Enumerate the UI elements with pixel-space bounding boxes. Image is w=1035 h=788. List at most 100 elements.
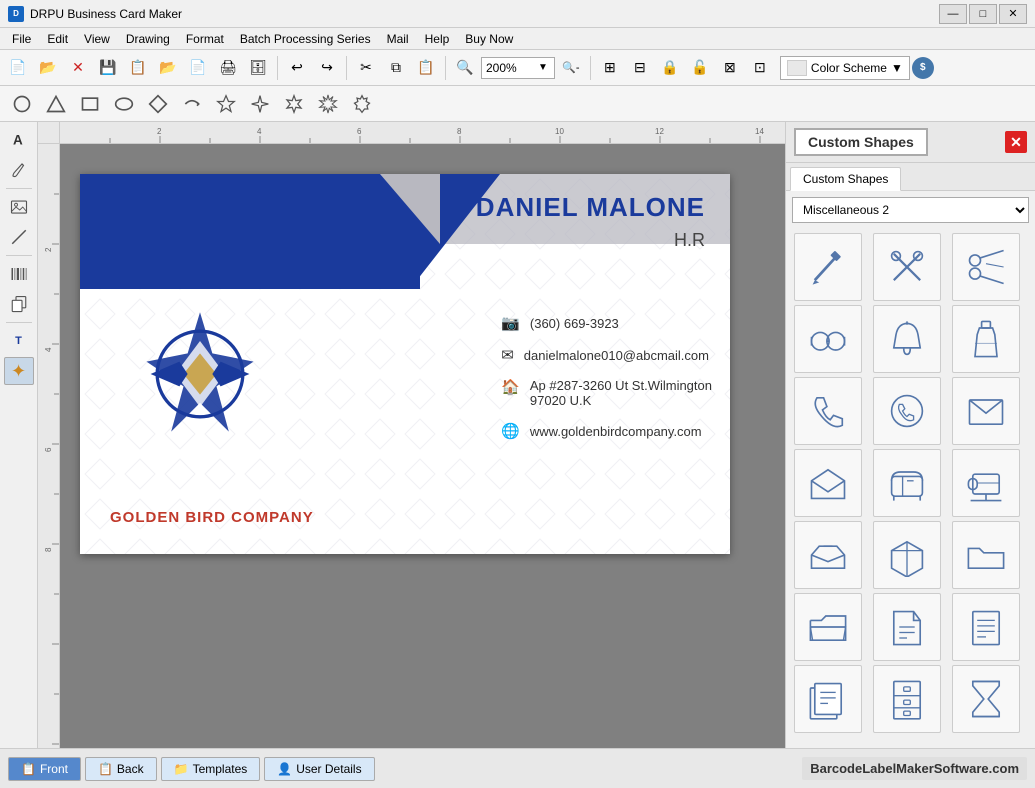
shape-document1[interactable] bbox=[873, 593, 941, 661]
zoom-in-button[interactable]: 🔍 bbox=[451, 55, 479, 81]
image-tool-button[interactable] bbox=[4, 193, 34, 221]
canvas-area[interactable]: 2 4 6 8 10 12 14 bbox=[38, 122, 785, 748]
shape-star5[interactable] bbox=[212, 90, 240, 118]
menu-buynow[interactable]: Buy Now bbox=[457, 30, 521, 48]
menu-file[interactable]: File bbox=[4, 30, 39, 48]
shape-arc[interactable] bbox=[178, 90, 206, 118]
copy-tool-button[interactable] bbox=[4, 290, 34, 318]
tab-user-details[interactable]: 👤 User Details bbox=[264, 757, 374, 781]
save-button[interactable]: 💾 bbox=[94, 55, 122, 81]
tb-btn2[interactable]: ⊟ bbox=[626, 55, 654, 81]
shape-package[interactable] bbox=[873, 521, 941, 589]
shape-bell[interactable] bbox=[873, 305, 941, 373]
tab-back[interactable]: 📋 Back bbox=[85, 757, 157, 781]
shape-pencil[interactable] bbox=[794, 233, 862, 301]
shapes-category-dropdown[interactable]: Miscellaneous 2 Miscellaneous 1 Miscella… bbox=[792, 197, 1029, 223]
save-as-button[interactable]: 📋 bbox=[124, 55, 152, 81]
shape-mail-delivery[interactable] bbox=[794, 521, 862, 589]
star-tool-button[interactable]: ✦ bbox=[4, 357, 34, 385]
shape-letter-open[interactable] bbox=[794, 449, 862, 517]
menu-format[interactable]: Format bbox=[178, 30, 232, 48]
card-address1: Ap #287-3260 Ut St.Wilmington bbox=[530, 378, 712, 393]
paste-button[interactable]: 📋 bbox=[412, 55, 440, 81]
currency-icon[interactable]: $ bbox=[912, 57, 934, 79]
shape-star4[interactable] bbox=[246, 90, 274, 118]
tb-btn5[interactable]: ⊠ bbox=[716, 55, 744, 81]
barcode-tool-button[interactable] bbox=[4, 260, 34, 288]
svg-text:6: 6 bbox=[357, 127, 362, 136]
menu-view[interactable]: View bbox=[76, 30, 118, 48]
bottom-tabs: 📋 Front 📋 Back 📁 Templates 👤 User Detail… bbox=[8, 757, 375, 781]
shape-folder-open[interactable] bbox=[794, 593, 862, 661]
shape-starburst[interactable] bbox=[314, 90, 342, 118]
card-website: www.goldenbirdcompany.com bbox=[530, 424, 702, 439]
shape-mailbox2[interactable] bbox=[952, 449, 1020, 517]
tb-btn6[interactable]: ⊡ bbox=[746, 55, 774, 81]
close-file-button[interactable]: ✕ bbox=[64, 55, 92, 81]
shape-mailbox1[interactable] bbox=[873, 449, 941, 517]
shape-phone[interactable] bbox=[794, 377, 862, 445]
shape-diamond[interactable] bbox=[144, 90, 172, 118]
menu-drawing[interactable]: Drawing bbox=[118, 30, 178, 48]
shape-papers[interactable] bbox=[794, 665, 862, 733]
tab-templates[interactable]: 📁 Templates bbox=[161, 757, 261, 781]
tab-front[interactable]: 📋 Front bbox=[8, 757, 81, 781]
svg-text:12: 12 bbox=[655, 127, 664, 136]
shape-circle[interactable] bbox=[8, 90, 36, 118]
svg-text:4: 4 bbox=[44, 347, 53, 352]
shape-scissors-cut[interactable] bbox=[952, 233, 1020, 301]
tb-btn4[interactable]: 🔓 bbox=[686, 55, 714, 81]
minimize-button[interactable]: — bbox=[939, 4, 967, 24]
shape-ellipse[interactable] bbox=[110, 90, 138, 118]
tb-btn3[interactable]: 🔒 bbox=[656, 55, 684, 81]
close-button[interactable]: ✕ bbox=[999, 4, 1027, 24]
bottom-bar: 📋 Front 📋 Back 📁 Templates 👤 User Detail… bbox=[0, 748, 1035, 788]
undo-button[interactable]: ↩ bbox=[283, 55, 311, 81]
panel-close-button[interactable]: ✕ bbox=[1005, 131, 1027, 153]
text-tool-button[interactable]: A bbox=[4, 126, 34, 154]
menu-help[interactable]: Help bbox=[417, 30, 458, 48]
document-button[interactable]: 📄 bbox=[184, 55, 212, 81]
shapes-grid bbox=[786, 229, 1035, 748]
open2-button[interactable]: 📂 bbox=[154, 55, 182, 81]
svg-text:8: 8 bbox=[457, 127, 462, 136]
business-card[interactable]: DANIEL MALONE H.R bbox=[80, 174, 730, 554]
print-button[interactable]: 🖨 bbox=[214, 55, 242, 81]
shape-filing-cabinet[interactable] bbox=[873, 665, 941, 733]
maximize-button[interactable]: □ bbox=[969, 4, 997, 24]
copy-button[interactable]: ⧉ bbox=[382, 55, 410, 81]
color-scheme-button[interactable]: Color Scheme ▼ bbox=[780, 56, 910, 80]
shape-envelope[interactable] bbox=[952, 377, 1020, 445]
shape-phone-circle[interactable] bbox=[873, 377, 941, 445]
zoom-out-button[interactable]: 🔍- bbox=[557, 55, 585, 81]
shape-bottle[interactable] bbox=[952, 305, 1020, 373]
zoom-down-arrow[interactable]: ▼ bbox=[536, 62, 550, 73]
custom-shapes-tab[interactable]: Custom Shapes bbox=[790, 167, 901, 191]
database-button[interactable]: 🗄 bbox=[244, 55, 272, 81]
tb-btn1[interactable]: ⊞ bbox=[596, 55, 624, 81]
shape-document2[interactable] bbox=[952, 593, 1020, 661]
cut-button[interactable]: ✂ bbox=[352, 55, 380, 81]
new-button[interactable]: 📄 bbox=[4, 55, 32, 81]
menu-mail[interactable]: Mail bbox=[379, 30, 417, 48]
text2-tool-button[interactable]: T bbox=[4, 327, 34, 355]
menu-batch[interactable]: Batch Processing Series bbox=[232, 30, 379, 48]
paint-tool-button[interactable] bbox=[4, 156, 34, 184]
shape-triangle[interactable] bbox=[42, 90, 70, 118]
card-email: danielmalone010@abcmail.com bbox=[524, 348, 709, 363]
shape-folder[interactable] bbox=[952, 521, 1020, 589]
open-button[interactable]: 📂 bbox=[34, 55, 62, 81]
shape-rectangle[interactable] bbox=[76, 90, 104, 118]
ruler-corner bbox=[38, 122, 60, 144]
tab-back-icon: 📋 bbox=[98, 762, 113, 776]
shape-glasses[interactable] bbox=[794, 305, 862, 373]
line-tool-button[interactable] bbox=[4, 223, 34, 251]
shape-star6[interactable] bbox=[280, 90, 308, 118]
shape-scissors-cross[interactable] bbox=[873, 233, 941, 301]
menu-edit[interactable]: Edit bbox=[39, 30, 76, 48]
redo-button[interactable]: ↪ bbox=[313, 55, 341, 81]
svg-text:A: A bbox=[13, 133, 23, 148]
shape-badge[interactable] bbox=[348, 90, 376, 118]
zoom-input[interactable] bbox=[486, 61, 536, 75]
shape-hourglass[interactable] bbox=[952, 665, 1020, 733]
